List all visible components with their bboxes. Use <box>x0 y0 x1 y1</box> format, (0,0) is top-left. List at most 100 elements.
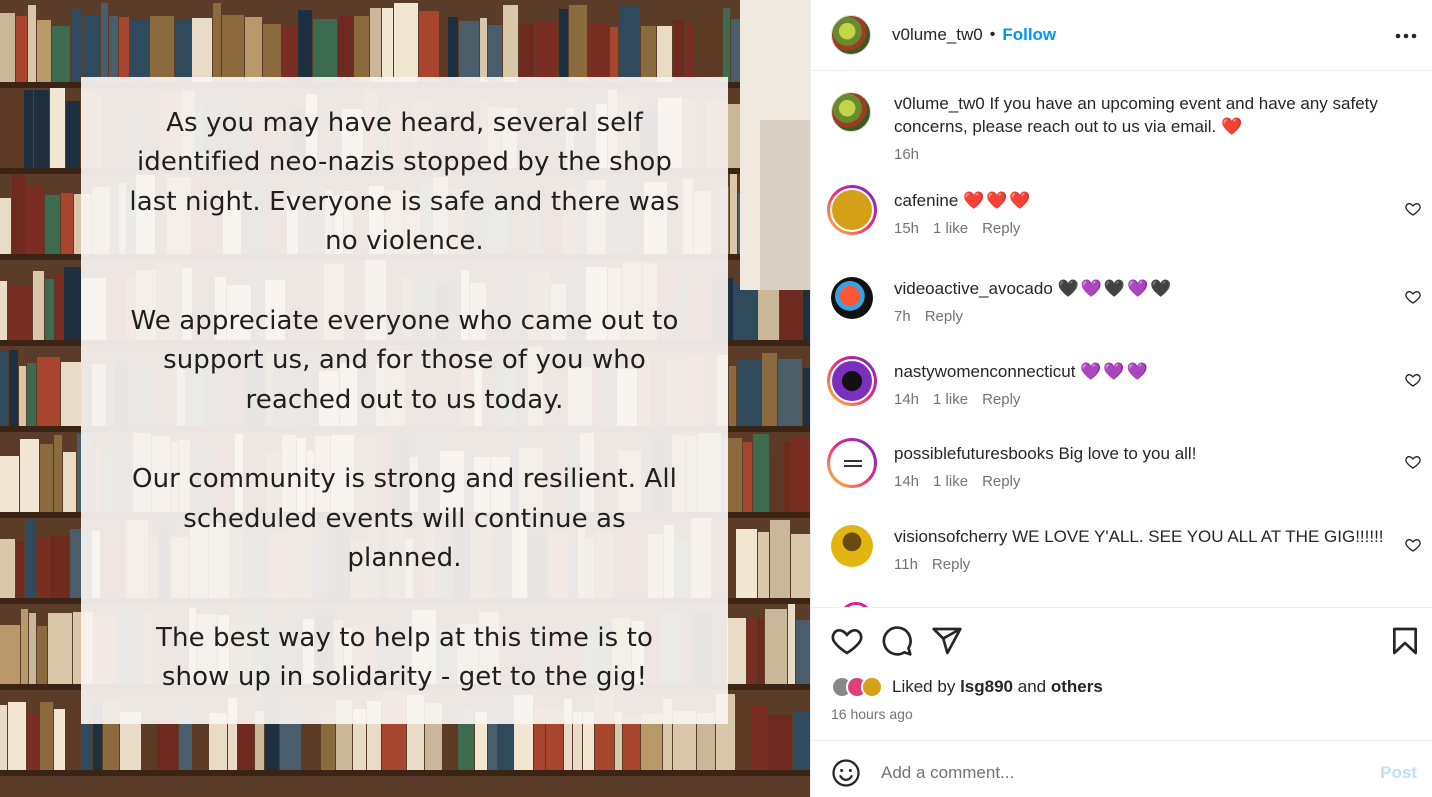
comment-text: nastywomenconnecticut 💜💜💜 <box>894 360 1394 383</box>
reply-button[interactable]: Reply <box>982 220 1020 237</box>
caption-avatar[interactable] <box>831 92 871 132</box>
comment-like-heart-icon[interactable] <box>1405 454 1421 470</box>
comment-time: 14h <box>894 391 920 408</box>
commenter-avatar[interactable] <box>831 525 873 567</box>
caption-username[interactable]: v0lume_tw0 <box>894 94 985 113</box>
book-spine <box>758 282 779 340</box>
comment-like-heart-icon[interactable] <box>1405 289 1421 305</box>
book-spine <box>24 90 33 168</box>
book-spine <box>657 26 672 82</box>
book-spine <box>569 5 587 82</box>
book-spine <box>313 19 337 82</box>
author-avatar[interactable] <box>831 15 871 55</box>
commenter-avatar[interactable] <box>831 277 873 319</box>
book-spine <box>727 618 746 684</box>
likes-others-link[interactable]: others <box>1051 677 1103 696</box>
avatar-image <box>830 188 874 232</box>
book-spine <box>298 10 312 82</box>
book-spine <box>480 18 487 82</box>
commenter-avatar[interactable] <box>827 356 877 406</box>
more-options-icon[interactable] <box>1395 22 1417 42</box>
post-paragraph-1: As you may have heard, several self iden… <box>129 107 680 257</box>
comment-likes[interactable]: 1 like <box>933 391 968 408</box>
post-time-ago[interactable]: 16 hours ago <box>831 706 913 722</box>
post-image[interactable]: As you may have heard, several self iden… <box>0 0 810 797</box>
comment-like-heart-icon[interactable] <box>1405 201 1421 217</box>
book-spine <box>175 19 191 82</box>
share-send-icon[interactable] <box>931 625 963 657</box>
book-spine <box>370 8 381 82</box>
book-spine <box>737 360 761 426</box>
book-spine <box>714 15 722 82</box>
commenter-username[interactable]: visionsofcherry <box>894 527 1007 546</box>
book-spine <box>796 620 810 684</box>
liker-avatar[interactable] <box>861 676 883 698</box>
likes-conj: and <box>1017 677 1047 696</box>
book-spine <box>66 697 80 770</box>
commenter-avatar[interactable] <box>827 438 877 488</box>
book-spine <box>50 536 69 598</box>
comment-bubble-icon[interactable] <box>881 625 913 657</box>
book-spine <box>743 442 752 512</box>
comment-likes[interactable]: 1 like <box>933 473 968 490</box>
book-spine <box>150 16 174 82</box>
comment-meta: 14h 1 like Reply <box>894 391 1394 408</box>
emoji-picker-icon[interactable] <box>831 758 861 788</box>
save-bookmark-icon[interactable] <box>1389 625 1421 657</box>
book-spine <box>28 5 36 82</box>
comment-likes[interactable]: 1 like <box>933 220 968 237</box>
post-paragraph-2: We appreciate everyone who came out to s… <box>130 305 679 415</box>
book-spine <box>21 609 28 684</box>
book-spine <box>440 19 447 82</box>
book-spine <box>192 18 212 82</box>
book-spine <box>222 15 244 82</box>
caption-time: 16h <box>894 146 920 163</box>
comment-time: 11h <box>894 556 918 573</box>
book-spine <box>559 9 568 82</box>
commenter-avatar[interactable] <box>827 185 877 235</box>
comment-meta: 14h 1 like Reply <box>894 473 1394 490</box>
comment-like-heart-icon[interactable] <box>1405 372 1421 388</box>
post-text-card: As you may have heard, several self iden… <box>81 77 728 724</box>
book-spine <box>45 195 60 254</box>
comment-text: cafenine ❤️❤️❤️ <box>894 189 1394 212</box>
post-paragraph-4: The best way to help at this time is to … <box>156 622 653 693</box>
book-spine <box>109 16 118 82</box>
book-spine <box>63 452 76 512</box>
post-side-panel: v0lume_tw0 • Follow v0lume_tw0 If you ha… <box>810 0 1432 797</box>
commenter-username[interactable]: possiblefuturesbooks <box>894 444 1054 463</box>
comment-like-heart-icon[interactable] <box>1405 537 1421 553</box>
follow-button[interactable]: Follow <box>1002 25 1056 45</box>
comments-list[interactable]: v0lume_tw0 If you have an upcoming event… <box>811 72 1432 607</box>
reply-button[interactable]: Reply <box>932 556 970 573</box>
book-spine <box>793 712 809 770</box>
book-spine <box>37 20 51 82</box>
commenter-username[interactable]: videoactive_avocado <box>894 279 1053 298</box>
author-username[interactable]: v0lume_tw0 <box>892 25 983 45</box>
book-spine <box>0 100 23 168</box>
reply-button[interactable]: Reply <box>982 391 1020 408</box>
like-heart-icon[interactable] <box>831 625 863 657</box>
post-comment-button[interactable]: Post <box>1380 763 1417 783</box>
book-spine <box>792 437 810 512</box>
book-spine <box>8 702 26 770</box>
reply-button[interactable]: Reply <box>925 308 963 325</box>
commenter-username[interactable]: nastywomenconnecticut <box>894 362 1075 381</box>
book-spine <box>37 626 47 684</box>
commenter-username[interactable]: cafenine <box>894 191 958 210</box>
liker-username[interactable]: lsg890 <box>960 677 1013 696</box>
shelf-board <box>0 770 810 776</box>
post-paragraph-3: Our community is strong and resilient. A… <box>132 464 677 573</box>
comment-input[interactable] <box>881 755 1351 791</box>
book-spine <box>734 283 757 340</box>
book-spine <box>803 368 810 426</box>
likes-text: Liked by lsg890 and others <box>892 677 1103 697</box>
book-spine <box>27 714 39 770</box>
book-spine <box>0 352 8 426</box>
book-spine <box>459 21 479 82</box>
book-spine <box>788 604 795 684</box>
avatar-image <box>830 359 874 403</box>
comment-body: possiblefuturesbooks Big love to you all… <box>894 442 1394 490</box>
book-spine <box>730 174 737 254</box>
reply-button[interactable]: Reply <box>982 473 1020 490</box>
